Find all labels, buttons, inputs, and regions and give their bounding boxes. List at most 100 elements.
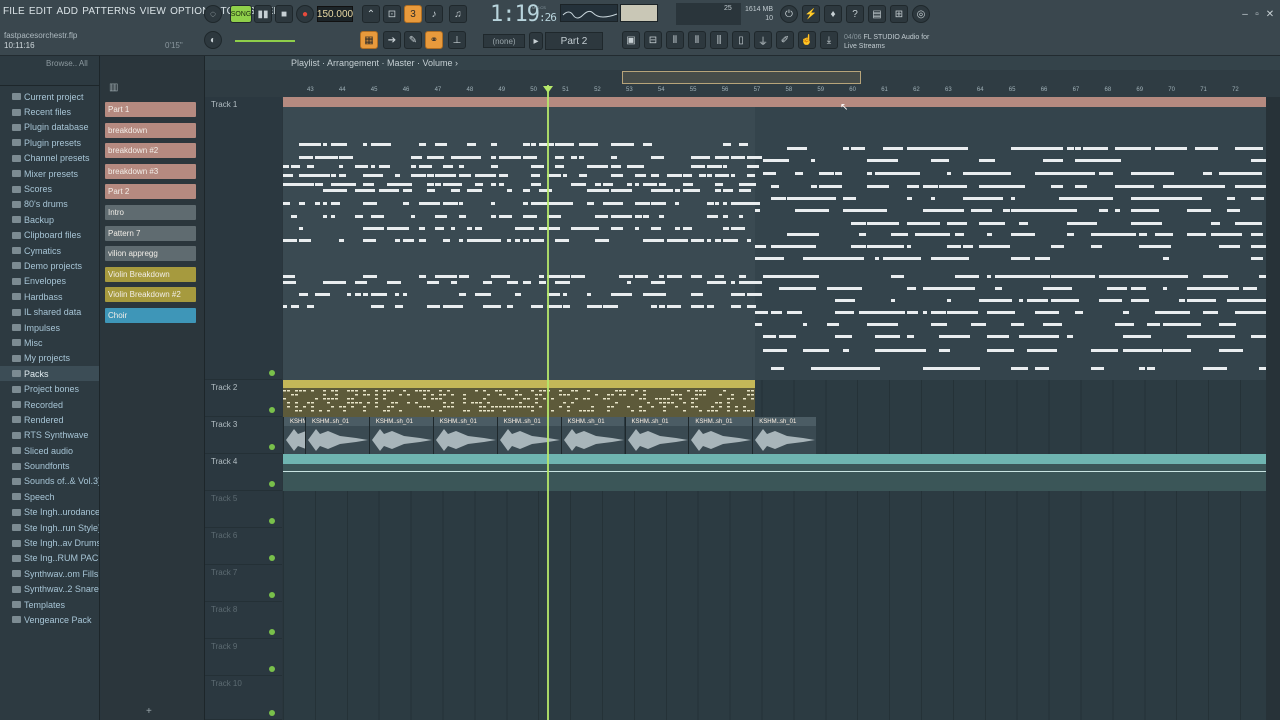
browser-item[interactable]: RTS Synthwave [0, 428, 99, 443]
browser-item[interactable]: Misc [0, 335, 99, 350]
pattern-item[interactable]: Intro [105, 205, 196, 220]
browser-item[interactable]: Current project [0, 89, 99, 104]
audio-clip[interactable]: KSHM..sh_01 [560, 417, 625, 454]
pattern-item[interactable]: breakdown #3 [105, 163, 196, 179]
stop-button[interactable]: ■ [275, 5, 293, 23]
browser-item[interactable]: Synthwav..om Fills [0, 566, 99, 581]
pattern-item[interactable]: Choir [105, 308, 196, 323]
track-mute-led-icon[interactable] [269, 407, 275, 413]
stamp-icon[interactable]: ⊥ [448, 31, 466, 49]
track-mute-led-icon[interactable] [269, 710, 275, 716]
menu-file[interactable]: FILE [3, 6, 25, 17]
browser-item[interactable]: Plugin database [0, 120, 99, 135]
browser-item[interactable]: Templates [0, 597, 99, 612]
track-mute-led-icon[interactable] [269, 444, 275, 450]
none-selector[interactable]: (none) [483, 34, 525, 48]
playlist-grid[interactable]: breakdown breakdown Part 2 Violin Breakd… [283, 97, 1266, 720]
playhead[interactable] [547, 85, 549, 720]
pen-icon[interactable]: ✎ [404, 31, 422, 49]
pattern-item[interactable]: breakdown [105, 122, 196, 138]
plug-icon[interactable]: ⏚ [754, 31, 772, 49]
link-icon[interactable]: ⚭ [425, 31, 443, 49]
track-header[interactable]: Track 6 [205, 528, 282, 565]
pattern-item[interactable]: Violin Breakdown #2 [105, 287, 196, 303]
track-mute-led-icon[interactable] [269, 629, 275, 635]
picker-mode-icon[interactable]: ▥ [109, 82, 118, 93]
browser-item[interactable]: IL shared data [0, 304, 99, 319]
brush-icon[interactable]: ✐ [776, 31, 794, 49]
mixer-view-icon[interactable]: ⦀ [666, 31, 684, 49]
browser-item[interactable]: Channel presets [0, 151, 99, 166]
help-icon[interactable]: ? [846, 5, 864, 23]
browser-item[interactable]: Backup [0, 212, 99, 227]
browser-item[interactable]: Recorded [0, 397, 99, 412]
sliders-icon[interactable]: ⫼ [710, 31, 728, 49]
wait-input-icon[interactable]: ⊡ [383, 5, 401, 23]
track-header[interactable]: Track 2 [205, 380, 282, 417]
pattern-selector[interactable]: Part 2 [545, 32, 603, 50]
play-button[interactable]: ▮▮ [254, 5, 272, 23]
browser-item[interactable]: Packs [0, 366, 99, 382]
audio-clip[interactable]: KSHM..sh_01 [752, 417, 817, 454]
track-mute-led-icon[interactable] [269, 370, 275, 376]
browser-item[interactable]: Soundfonts [0, 458, 99, 473]
track-mute-led-icon[interactable] [269, 518, 275, 524]
track-header[interactable]: Track 8 [205, 602, 282, 639]
step-edit-icon[interactable]: ♪ [425, 5, 443, 23]
browser-item[interactable]: Ste Ingh..av Drums [0, 535, 99, 550]
clip-master-volume-automation[interactable]: Master - Volume [283, 454, 1266, 491]
add-pattern-icon[interactable]: + [146, 706, 152, 717]
menu-patterns[interactable]: PATTERNS [82, 6, 135, 17]
browser-item[interactable]: Synthwav..2 Snares [0, 582, 99, 597]
browser-item[interactable]: Mixer presets [0, 166, 99, 181]
master-pitch-knob-icon[interactable]: ◐ [204, 31, 222, 49]
pattern-item[interactable]: vilion appregg [105, 246, 196, 262]
track-mute-led-icon[interactable] [269, 666, 275, 672]
cpu-icon[interactable]: ⏻ [780, 5, 798, 23]
playhead-marker-icon[interactable] [543, 86, 553, 93]
chat-icon[interactable]: ◎ [912, 5, 930, 23]
pattern-item[interactable]: breakdown #2 [105, 143, 196, 159]
close-icon[interactable]: ✕ [1261, 5, 1279, 23]
menu-view[interactable]: VIEW [140, 6, 166, 17]
browser-item[interactable]: 80's drums [0, 197, 99, 212]
playlist-overview-window[interactable] [622, 71, 861, 84]
menu-add[interactable]: ADD [57, 6, 79, 17]
browser-item[interactable]: Rendered [0, 412, 99, 427]
record-button[interactable]: ● [296, 5, 314, 23]
browser-item[interactable]: Envelopes [0, 274, 99, 289]
browser-item[interactable]: My projects [0, 351, 99, 366]
time-ruler[interactable]: 43 44 45 46 47 48 49 50 51 52 53 54 55 56 57 58 59 60 61 62… [283, 85, 1266, 97]
browser-item[interactable]: Scores [0, 181, 99, 196]
arrow-right-icon[interactable]: ➔ [383, 31, 401, 49]
track-mute-led-icon[interactable] [269, 555, 275, 561]
audio-clip[interactable]: KSHM..sh_01 [283, 417, 305, 454]
track-header[interactable]: Track 10 [205, 676, 282, 720]
metronome-icon[interactable]: ⌃ [362, 5, 380, 23]
track-header[interactable]: Track 1 [205, 97, 282, 380]
playlist-icon[interactable]: ▦ [360, 31, 378, 49]
browser-item[interactable]: Project bones [0, 381, 99, 396]
browser-item[interactable]: Demo projects [0, 258, 99, 273]
browser-item[interactable]: Ste Ing..RUM PACK [0, 551, 99, 566]
midi-icon[interactable]: ⚡ [802, 5, 820, 23]
master-volume-slider[interactable] [235, 40, 295, 42]
mic-icon[interactable]: ♦ [824, 5, 842, 23]
track-mute-led-icon[interactable] [269, 481, 275, 487]
track-mute-led-icon[interactable] [269, 592, 275, 598]
song-mode-button[interactable]: SONG [230, 5, 252, 23]
track-header[interactable]: Track 4 [205, 454, 282, 491]
track-header[interactable]: Track 3 [205, 417, 282, 454]
audio-clip[interactable]: KSHM..sh_01 [368, 417, 433, 454]
track-header[interactable]: Track 5 [205, 491, 282, 528]
browser-item[interactable]: Speech [0, 489, 99, 504]
audio-clip[interactable]: KSHM..sh_01 [624, 417, 689, 454]
browser-item[interactable]: Hardbass [0, 289, 99, 304]
browser-item[interactable]: Impulses [0, 320, 99, 335]
save-icon[interactable]: ▤ [868, 5, 886, 23]
vertical-scrollbar[interactable] [1266, 97, 1280, 720]
pattern-item[interactable]: Part 2 [105, 184, 196, 200]
pattern-prev-icon[interactable]: ▸ [529, 32, 543, 50]
menu-edit[interactable]: EDIT [29, 6, 53, 17]
browser-item[interactable]: Plugin presets [0, 135, 99, 150]
